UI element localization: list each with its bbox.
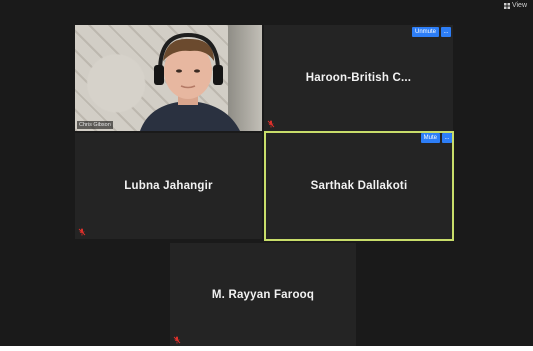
participant-name: Haroon-British C... (305, 72, 412, 84)
muted-mic-icon (173, 336, 181, 344)
muted-mic-icon (267, 120, 275, 128)
participant-video-person (140, 32, 240, 131)
grid-view-icon (503, 3, 510, 9)
unmute-button[interactable]: Unmute (411, 27, 439, 37)
participant-video-tile[interactable]: Chris Gibson (75, 25, 262, 131)
participant-name: Lubna Jahangir (124, 180, 213, 192)
mute-button[interactable]: Mute (420, 133, 440, 143)
participant-name: Sarthak Dallakoti (310, 180, 408, 192)
more-options-icon[interactable]: ... (441, 27, 451, 37)
meeting-window: View Chris Gibson Unmute ... Haroon-Brit… (0, 0, 533, 346)
tile-controls: Mute ... (420, 133, 452, 143)
active-speaker-tile[interactable]: Mute ... Sarthak Dallakoti (264, 131, 454, 241)
tile-controls: Unmute ... (411, 27, 451, 37)
participant-tile[interactable]: M. Rayyan Farooq (170, 243, 356, 346)
participant-tile[interactable]: Lubna Jahangir (75, 133, 262, 239)
participant-name-caption: Chris Gibson (77, 121, 113, 129)
participant-name: M. Rayyan Farooq (211, 288, 315, 301)
view-button-label: View (511, 2, 527, 9)
muted-mic-icon (78, 228, 86, 236)
view-button[interactable]: View (503, 1, 527, 11)
participant-tile[interactable]: Unmute ... Haroon-British C... (264, 25, 453, 131)
more-options-icon[interactable]: ... (442, 133, 452, 143)
